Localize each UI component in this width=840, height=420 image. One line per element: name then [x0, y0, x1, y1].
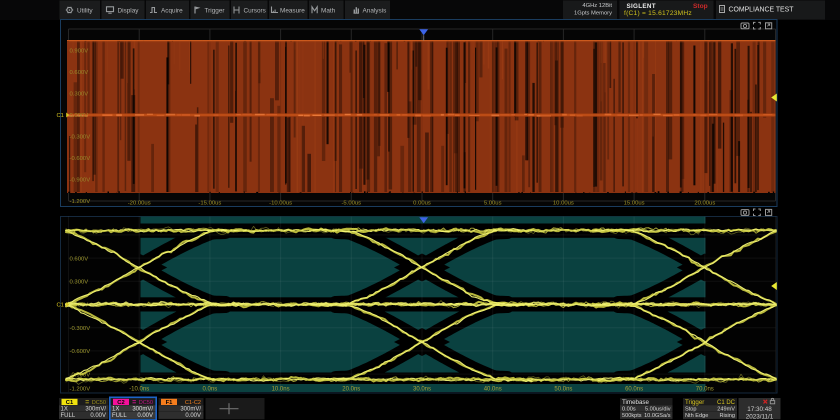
svg-text:DC50: DC50 — [139, 400, 153, 406]
svg-text:5.00us/div: 5.00us/div — [645, 407, 671, 413]
svg-text:0.900V: 0.900V — [70, 49, 89, 55]
svg-text:Analysis: Analysis — [363, 8, 387, 15]
svg-text:C2: C2 — [117, 400, 124, 406]
svg-text:17:30:48: 17:30:48 — [747, 406, 772, 413]
svg-text:0.00V: 0.00V — [137, 413, 153, 419]
svg-text:Measure: Measure — [280, 8, 305, 15]
svg-text:60.0ns: 60.0ns — [625, 387, 643, 393]
svg-text:f(C1) = 15.61723MHz: f(C1) = 15.61723MHz — [624, 10, 692, 17]
svg-text:-0.300V: -0.300V — [70, 135, 91, 141]
svg-text:-0.300V: -0.300V — [70, 326, 91, 332]
svg-text:C1: C1 — [57, 113, 64, 119]
svg-text:-0.900V: -0.900V — [70, 178, 91, 184]
svg-text:0.00V: 0.00V — [185, 413, 201, 419]
svg-text:0.00s: 0.00s — [622, 407, 636, 413]
svg-text:-1.200V: -1.200V — [70, 387, 91, 393]
svg-text:0.300V: 0.300V — [70, 92, 89, 98]
svg-text:FULL: FULL — [112, 413, 127, 419]
svg-text:20.0ns: 20.0ns — [342, 387, 360, 393]
svg-text:20.00us: 20.00us — [694, 200, 715, 206]
svg-text:Trigger: Trigger — [205, 8, 226, 15]
svg-text:5.00us: 5.00us — [484, 200, 502, 206]
svg-text:Math: Math — [321, 8, 336, 15]
svg-text:500kpts: 500kpts — [622, 413, 642, 419]
svg-text:-5.00us: -5.00us — [341, 200, 361, 206]
svg-text:40.0ns: 40.0ns — [484, 387, 502, 393]
svg-text:Trigger: Trigger — [685, 399, 704, 406]
svg-text:Nth Edge: Nth Edge — [685, 413, 708, 419]
svg-text:1X: 1X — [61, 407, 68, 413]
svg-text:4GHz 12Bit: 4GHz 12Bit — [582, 3, 612, 9]
svg-text:Cursors: Cursors — [244, 8, 266, 15]
svg-text:0.300V: 0.300V — [70, 280, 89, 286]
svg-text:300mV/: 300mV/ — [85, 407, 106, 413]
svg-text:Stop: Stop — [685, 407, 697, 413]
svg-text:C1: C1 — [57, 303, 64, 309]
svg-text:C1 DC: C1 DC — [717, 400, 736, 406]
svg-text:30.0ns: 30.0ns — [413, 387, 431, 393]
svg-text:0.00V: 0.00V — [90, 413, 106, 419]
svg-text:-15.00us: -15.00us — [198, 200, 221, 206]
svg-text:-20.00us: -20.00us — [128, 200, 151, 206]
svg-text:SIGLENT: SIGLENT — [627, 3, 656, 10]
svg-text:10.0ns: 10.0ns — [272, 387, 290, 393]
svg-text:1X: 1X — [112, 407, 119, 413]
svg-text:Rising: Rising — [719, 413, 735, 419]
svg-text:C1: C1 — [66, 400, 74, 406]
svg-text:15.00us: 15.00us — [624, 200, 645, 206]
svg-text:0.00us: 0.00us — [413, 200, 431, 206]
svg-text:50.0ns: 50.0ns — [554, 387, 572, 393]
svg-text:C1-C2: C1-C2 — [185, 400, 201, 406]
svg-text:0.600V: 0.600V — [70, 70, 89, 76]
svg-text:1Gpts Memory: 1Gpts Memory — [574, 10, 612, 16]
svg-text:70.0ns: 70.0ns — [696, 387, 714, 393]
svg-text:F1: F1 — [166, 400, 174, 406]
svg-text:Utility: Utility — [77, 8, 93, 15]
svg-text:Display: Display — [118, 8, 140, 15]
svg-text:10.0GSa/s: 10.0GSa/s — [644, 413, 671, 419]
svg-text:0.600V: 0.600V — [70, 256, 89, 262]
svg-text:Acquire: Acquire — [161, 8, 183, 15]
svg-text:-0.600V: -0.600V — [70, 156, 91, 162]
svg-text:COMPLIANCE TEST: COMPLIANCE TEST — [729, 6, 795, 13]
svg-text:0.000V: 0.000V — [70, 113, 89, 119]
svg-text:300mV/: 300mV/ — [132, 407, 153, 413]
svg-text:-0.600V: -0.600V — [70, 349, 91, 355]
svg-text:Stop: Stop — [693, 3, 708, 10]
svg-text:10.00us: 10.00us — [553, 200, 574, 206]
svg-text:0.0ns: 0.0ns — [203, 387, 218, 393]
svg-text:-10.0ns: -10.0ns — [129, 387, 149, 393]
svg-text:Timebase: Timebase — [622, 399, 649, 406]
svg-text:249mV: 249mV — [717, 407, 735, 413]
svg-text:300mV/: 300mV/ — [180, 407, 201, 413]
svg-text:FULL: FULL — [61, 413, 76, 419]
svg-text:2023/11/1: 2023/11/1 — [746, 414, 774, 420]
svg-text:DC50: DC50 — [92, 400, 106, 406]
svg-text:-1.200V: -1.200V — [70, 199, 91, 205]
svg-text:-10.00us: -10.00us — [269, 200, 292, 206]
